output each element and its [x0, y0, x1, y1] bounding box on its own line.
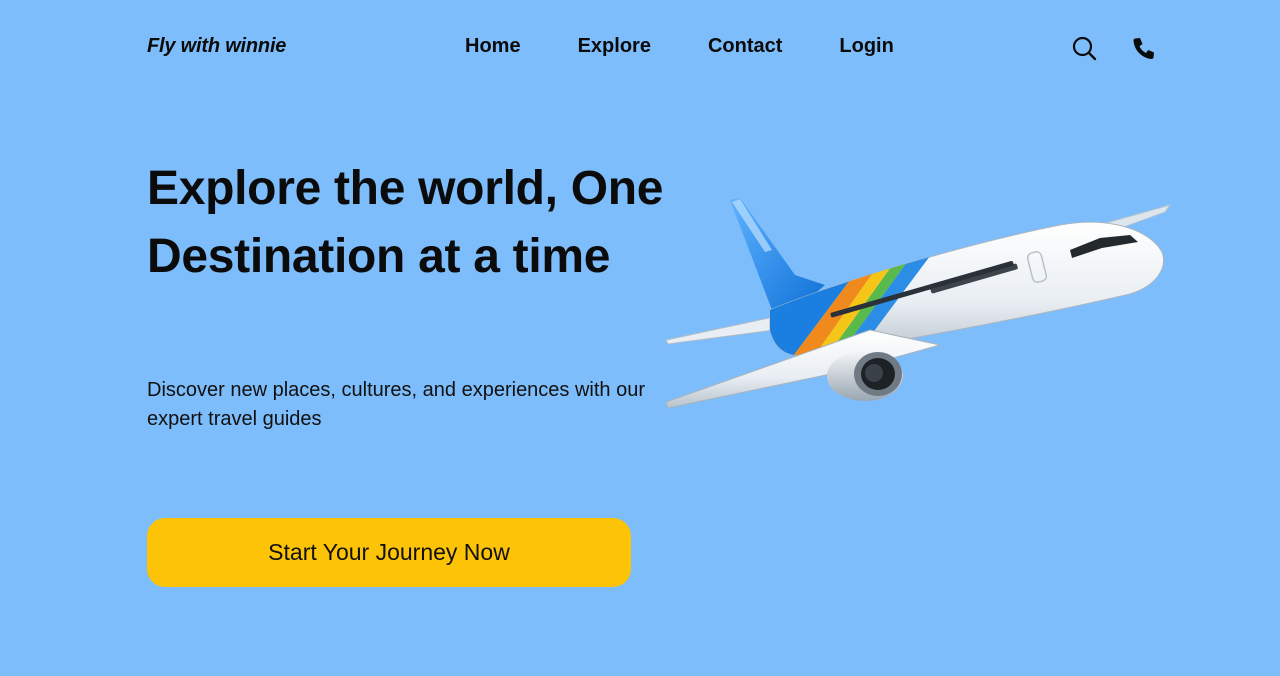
- nav-link-login[interactable]: Login: [839, 35, 893, 58]
- main-menu: Home Explore Contact Login: [465, 35, 894, 58]
- nav-link-explore[interactable]: Explore: [578, 35, 651, 58]
- hero-subtitle: Discover new places, cultures, and exper…: [147, 379, 646, 430]
- top-navigation: Fly with winnie Home Explore Contact Log…: [0, 0, 1280, 96]
- hero-title: Explore the world, One Destination at a …: [147, 162, 664, 283]
- start-journey-button[interactable]: Start Your Journey Now: [147, 518, 631, 587]
- phone-icon[interactable]: [1130, 34, 1158, 62]
- airplane-illustration: [660, 190, 1180, 420]
- nav-link-contact[interactable]: Contact: [708, 35, 782, 58]
- search-icon[interactable]: [1070, 34, 1098, 62]
- brand-logo[interactable]: Fly with winnie: [147, 35, 286, 58]
- nav-link-home[interactable]: Home: [465, 35, 521, 58]
